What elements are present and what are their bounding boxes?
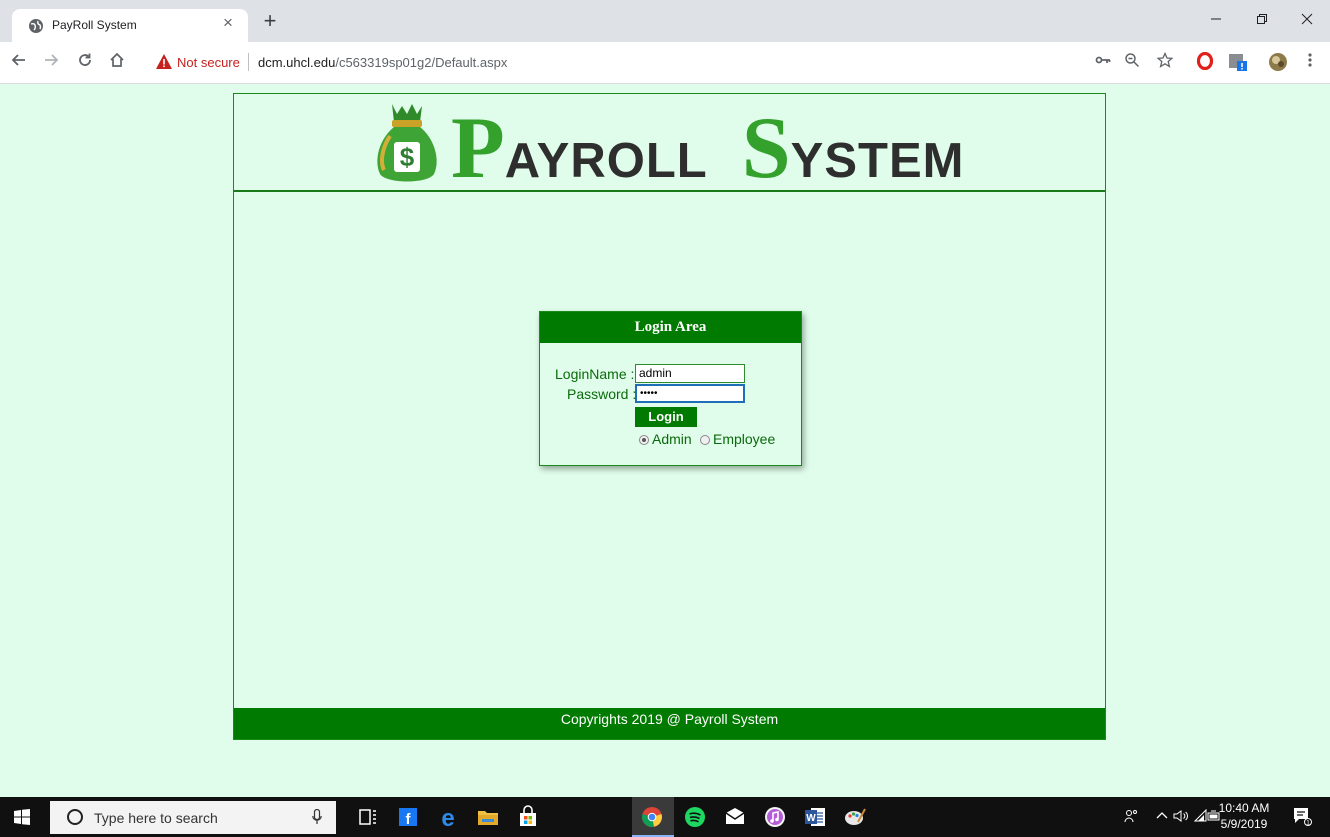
zoom-icon[interactable] (1121, 52, 1143, 74)
radio-employee-dot[interactable] (700, 435, 710, 445)
windows-start-icon[interactable] (14, 809, 30, 825)
cortana-icon (67, 809, 83, 825)
logo-word-ayroll: AYROLL (504, 134, 708, 188)
minimize-icon[interactable] (1193, 6, 1239, 34)
radio-admin-dot[interactable] (639, 435, 649, 445)
key-icon[interactable] (1092, 52, 1114, 74)
radio-admin-label: Admin (652, 431, 692, 447)
taskbar-search-box[interactable]: Type here to search (50, 801, 336, 834)
chrome-app-icon[interactable] (640, 805, 664, 829)
back-arrow-icon[interactable] (8, 50, 30, 76)
opera-extension-icon[interactable] (1194, 51, 1216, 74)
system-clock[interactable]: 10:40 AM 5/9/2019 (1218, 800, 1270, 832)
reload-icon[interactable] (74, 50, 96, 76)
volume-icon[interactable] (1173, 809, 1189, 826)
login-name-input[interactable]: admin (635, 364, 745, 383)
close-window-icon[interactable] (1284, 6, 1330, 34)
page-container: $ PAYROLL SYSTEM Login Area LoginName : a… (233, 93, 1106, 740)
radio-admin[interactable]: Admin (639, 431, 692, 447)
action-center-icon[interactable]: 1 (1292, 806, 1312, 829)
password-input[interactable]: ••••• (635, 384, 745, 403)
radio-employee-label: Employee (713, 431, 776, 447)
radio-employee[interactable]: Employee (700, 431, 775, 447)
login-name-label: LoginName : (555, 366, 635, 382)
people-icon[interactable] (1124, 809, 1138, 826)
tray-chevron-up-icon[interactable] (1156, 809, 1168, 824)
mail-app-icon[interactable] (723, 805, 747, 829)
logo-title: PAYROLL SYSTEM (451, 98, 964, 199)
warning-icon (156, 54, 172, 69)
edge-browser-icon[interactable]: e (436, 805, 460, 829)
footer-bar: Copyrights 2019 @ Payroll System (234, 708, 1105, 739)
svg-text:e: e (441, 805, 454, 829)
url-path: /c563319sp01g2/Default.aspx (335, 55, 508, 70)
home-icon[interactable] (106, 50, 128, 76)
profile-avatar-icon[interactable] (1267, 52, 1289, 74)
clock-time: 10:40 AM (1218, 801, 1270, 815)
task-view-icon[interactable] (356, 805, 380, 829)
logo-word-ystem: YSTEM (790, 134, 965, 188)
clock-date: 5/9/2019 (1220, 817, 1268, 831)
logo-letter-p: P (451, 100, 505, 197)
not-secure-label[interactable]: Not secure (177, 55, 240, 70)
browser-tab-bar: PayRoll System × + (0, 0, 1330, 42)
footer-text: Copyrights 2019 @ Payroll System (560, 711, 779, 727)
globe-icon (29, 19, 43, 33)
forward-arrow-icon[interactable] (40, 50, 62, 76)
word-app-icon[interactable]: W (803, 805, 827, 829)
bookmark-star-icon[interactable] (1154, 51, 1176, 74)
address-separator (248, 53, 249, 71)
facebook-app-icon[interactable]: f (396, 805, 420, 829)
itunes-app-icon[interactable] (763, 805, 787, 829)
url-text[interactable]: dcm.uhcl.edu/c563319sp01g2/Default.aspx (258, 55, 507, 70)
svg-text:$: $ (400, 142, 415, 172)
login-button[interactable]: Login (635, 407, 697, 427)
microphone-icon[interactable] (312, 809, 322, 825)
paint-app-icon[interactable] (843, 805, 867, 829)
translate-extension-icon[interactable] (1227, 52, 1249, 74)
store-app-icon[interactable] (516, 805, 540, 829)
taskbar-search-placeholder: Type here to search (94, 810, 218, 826)
url-host: dcm.uhcl.edu (258, 55, 336, 70)
login-panel-title: Login Area (540, 312, 801, 343)
address-bar[interactable]: Not secure dcm.uhcl.edu/c563319sp01g2/De… (145, 48, 1080, 78)
new-tab-icon[interactable]: + (258, 8, 282, 34)
browser-toolbar: Not secure dcm.uhcl.edu/c563319sp01g2/De… (0, 42, 1330, 84)
browser-tab[interactable]: PayRoll System × (12, 9, 248, 42)
password-label: Password : (567, 386, 637, 402)
logo-letter-s: S (741, 100, 791, 197)
menu-kebab-icon[interactable] (1299, 52, 1321, 74)
tab-title: PayRoll System (52, 18, 137, 32)
spotify-app-icon[interactable] (683, 805, 707, 829)
header-banner: $ PAYROLL SYSTEM (234, 94, 1105, 197)
restore-icon[interactable] (1239, 6, 1285, 34)
login-panel: Login Area LoginName : admin Password : … (539, 311, 802, 466)
tab-close-icon[interactable]: × (218, 13, 238, 33)
money-bag-icon: $ (377, 104, 437, 182)
file-explorer-icon[interactable] (476, 805, 500, 829)
svg-text:W: W (806, 813, 816, 824)
taskbar: Type here to search f e W 10:40 AM 5/9/2… (0, 797, 1330, 837)
